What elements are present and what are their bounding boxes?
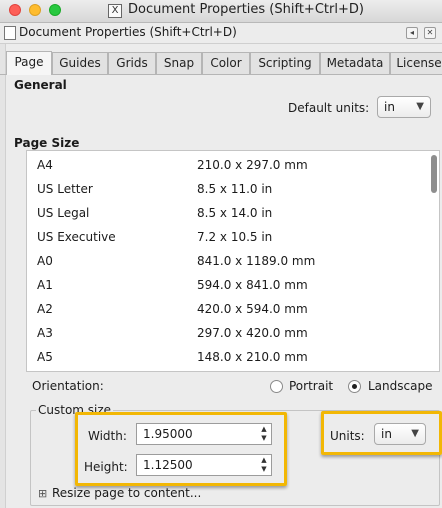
list-item[interactable]: US Letter 8.5 x 11.0 in: [27, 178, 427, 202]
portrait-label[interactable]: Portrait: [289, 379, 333, 393]
tab-scripting[interactable]: Scripting: [250, 52, 320, 74]
tab-metadata[interactable]: Metadata: [320, 52, 390, 74]
dock-close-icon[interactable]: ✕: [424, 27, 436, 39]
size-name: US Executive: [37, 230, 116, 244]
expand-icon[interactable]: ⊞: [38, 487, 47, 500]
size-dims: 841.0 x 1189.0 mm: [197, 254, 316, 268]
size-dims: 8.5 x 11.0 in: [197, 182, 273, 196]
tab-grids[interactable]: Grids: [108, 52, 156, 74]
close-window-button[interactable]: [9, 4, 21, 16]
list-item[interactable]: A5 148.0 x 210.0 mm: [27, 346, 427, 370]
tab-license[interactable]: License: [390, 52, 442, 74]
list-item[interactable]: A2 420.0 x 594.0 mm: [27, 298, 427, 322]
window-titlebar[interactable]: X Document Properties (Shift+Ctrl+D): [0, 0, 442, 23]
list-item[interactable]: US Executive 7.2 x 10.5 in: [27, 226, 427, 250]
size-name: US Legal: [37, 206, 90, 220]
tab-guides[interactable]: Guides: [52, 52, 108, 74]
size-dims: 297.0 x 420.0 mm: [197, 326, 308, 340]
list-item[interactable]: A3 297.0 x 420.0 mm: [27, 322, 427, 346]
size-name: A2: [37, 302, 53, 316]
list-item[interactable]: US Legal 8.5 x 14.0 in: [27, 202, 427, 226]
window-title: Document Properties (Shift+Ctrl+D): [128, 2, 364, 17]
general-heading: General: [14, 78, 67, 92]
size-name: A3: [37, 326, 53, 340]
landscape-radio[interactable]: [348, 380, 361, 393]
size-dims: 148.0 x 210.0 mm: [197, 350, 308, 364]
highlight-box-size-fields: [75, 412, 287, 486]
size-dims: 594.0 x 841.0 mm: [197, 278, 308, 292]
list-item[interactable]: A4 210.0 x 297.0 mm: [27, 154, 427, 178]
page-size-heading: Page Size: [14, 136, 80, 150]
app-icon: X: [108, 4, 122, 18]
tab-divider: [0, 74, 442, 75]
size-dims: 420.0 x 594.0 mm: [197, 302, 308, 316]
list-scrollbar[interactable]: [431, 155, 437, 193]
resize-to-content-expander[interactable]: Resize page to content...: [52, 486, 201, 500]
dock-collapse-icon[interactable]: ◂: [406, 27, 418, 39]
highlight-box-units: [321, 411, 442, 455]
portrait-radio[interactable]: [270, 380, 283, 393]
size-dims: 8.5 x 14.0 in: [197, 206, 273, 220]
dock-title: Document Properties (Shift+Ctrl+D): [19, 25, 237, 39]
minimize-window-button[interactable]: [29, 4, 41, 16]
tab-bar: Page Guides Grids Snap Color Scripting M…: [6, 51, 442, 75]
page-size-list[interactable]: A4 210.0 x 297.0 mm US Letter 8.5 x 11.0 i…: [26, 150, 440, 372]
size-dims: 210.0 x 297.0 mm: [197, 158, 308, 172]
tab-color[interactable]: Color: [202, 52, 250, 74]
size-name: A5: [37, 350, 53, 364]
chevron-down-icon: ▼: [416, 101, 424, 112]
left-dock-edge: [0, 43, 6, 508]
list-item[interactable]: A0 841.0 x 1189.0 mm: [27, 250, 427, 274]
size-name: US Letter: [37, 182, 93, 196]
dock-header: Document Properties (Shift+Ctrl+D) ◂ ✕: [0, 23, 442, 44]
landscape-label[interactable]: Landscape: [368, 379, 432, 393]
default-units-label: Default units:: [288, 101, 370, 115]
size-name: A1: [37, 278, 53, 292]
size-dims: 7.2 x 10.5 in: [197, 230, 273, 244]
tab-page[interactable]: Page: [6, 51, 52, 75]
size-name: A4: [37, 158, 53, 172]
zoom-window-button[interactable]: [49, 4, 61, 16]
document-icon: [4, 26, 16, 40]
size-name: A0: [37, 254, 53, 268]
default-units-select[interactable]: in ▼: [377, 96, 431, 118]
orientation-label: Orientation:: [32, 379, 104, 393]
default-units-value: in: [384, 100, 395, 114]
tab-snap[interactable]: Snap: [156, 52, 202, 74]
list-item[interactable]: A1 594.0 x 841.0 mm: [27, 274, 427, 298]
